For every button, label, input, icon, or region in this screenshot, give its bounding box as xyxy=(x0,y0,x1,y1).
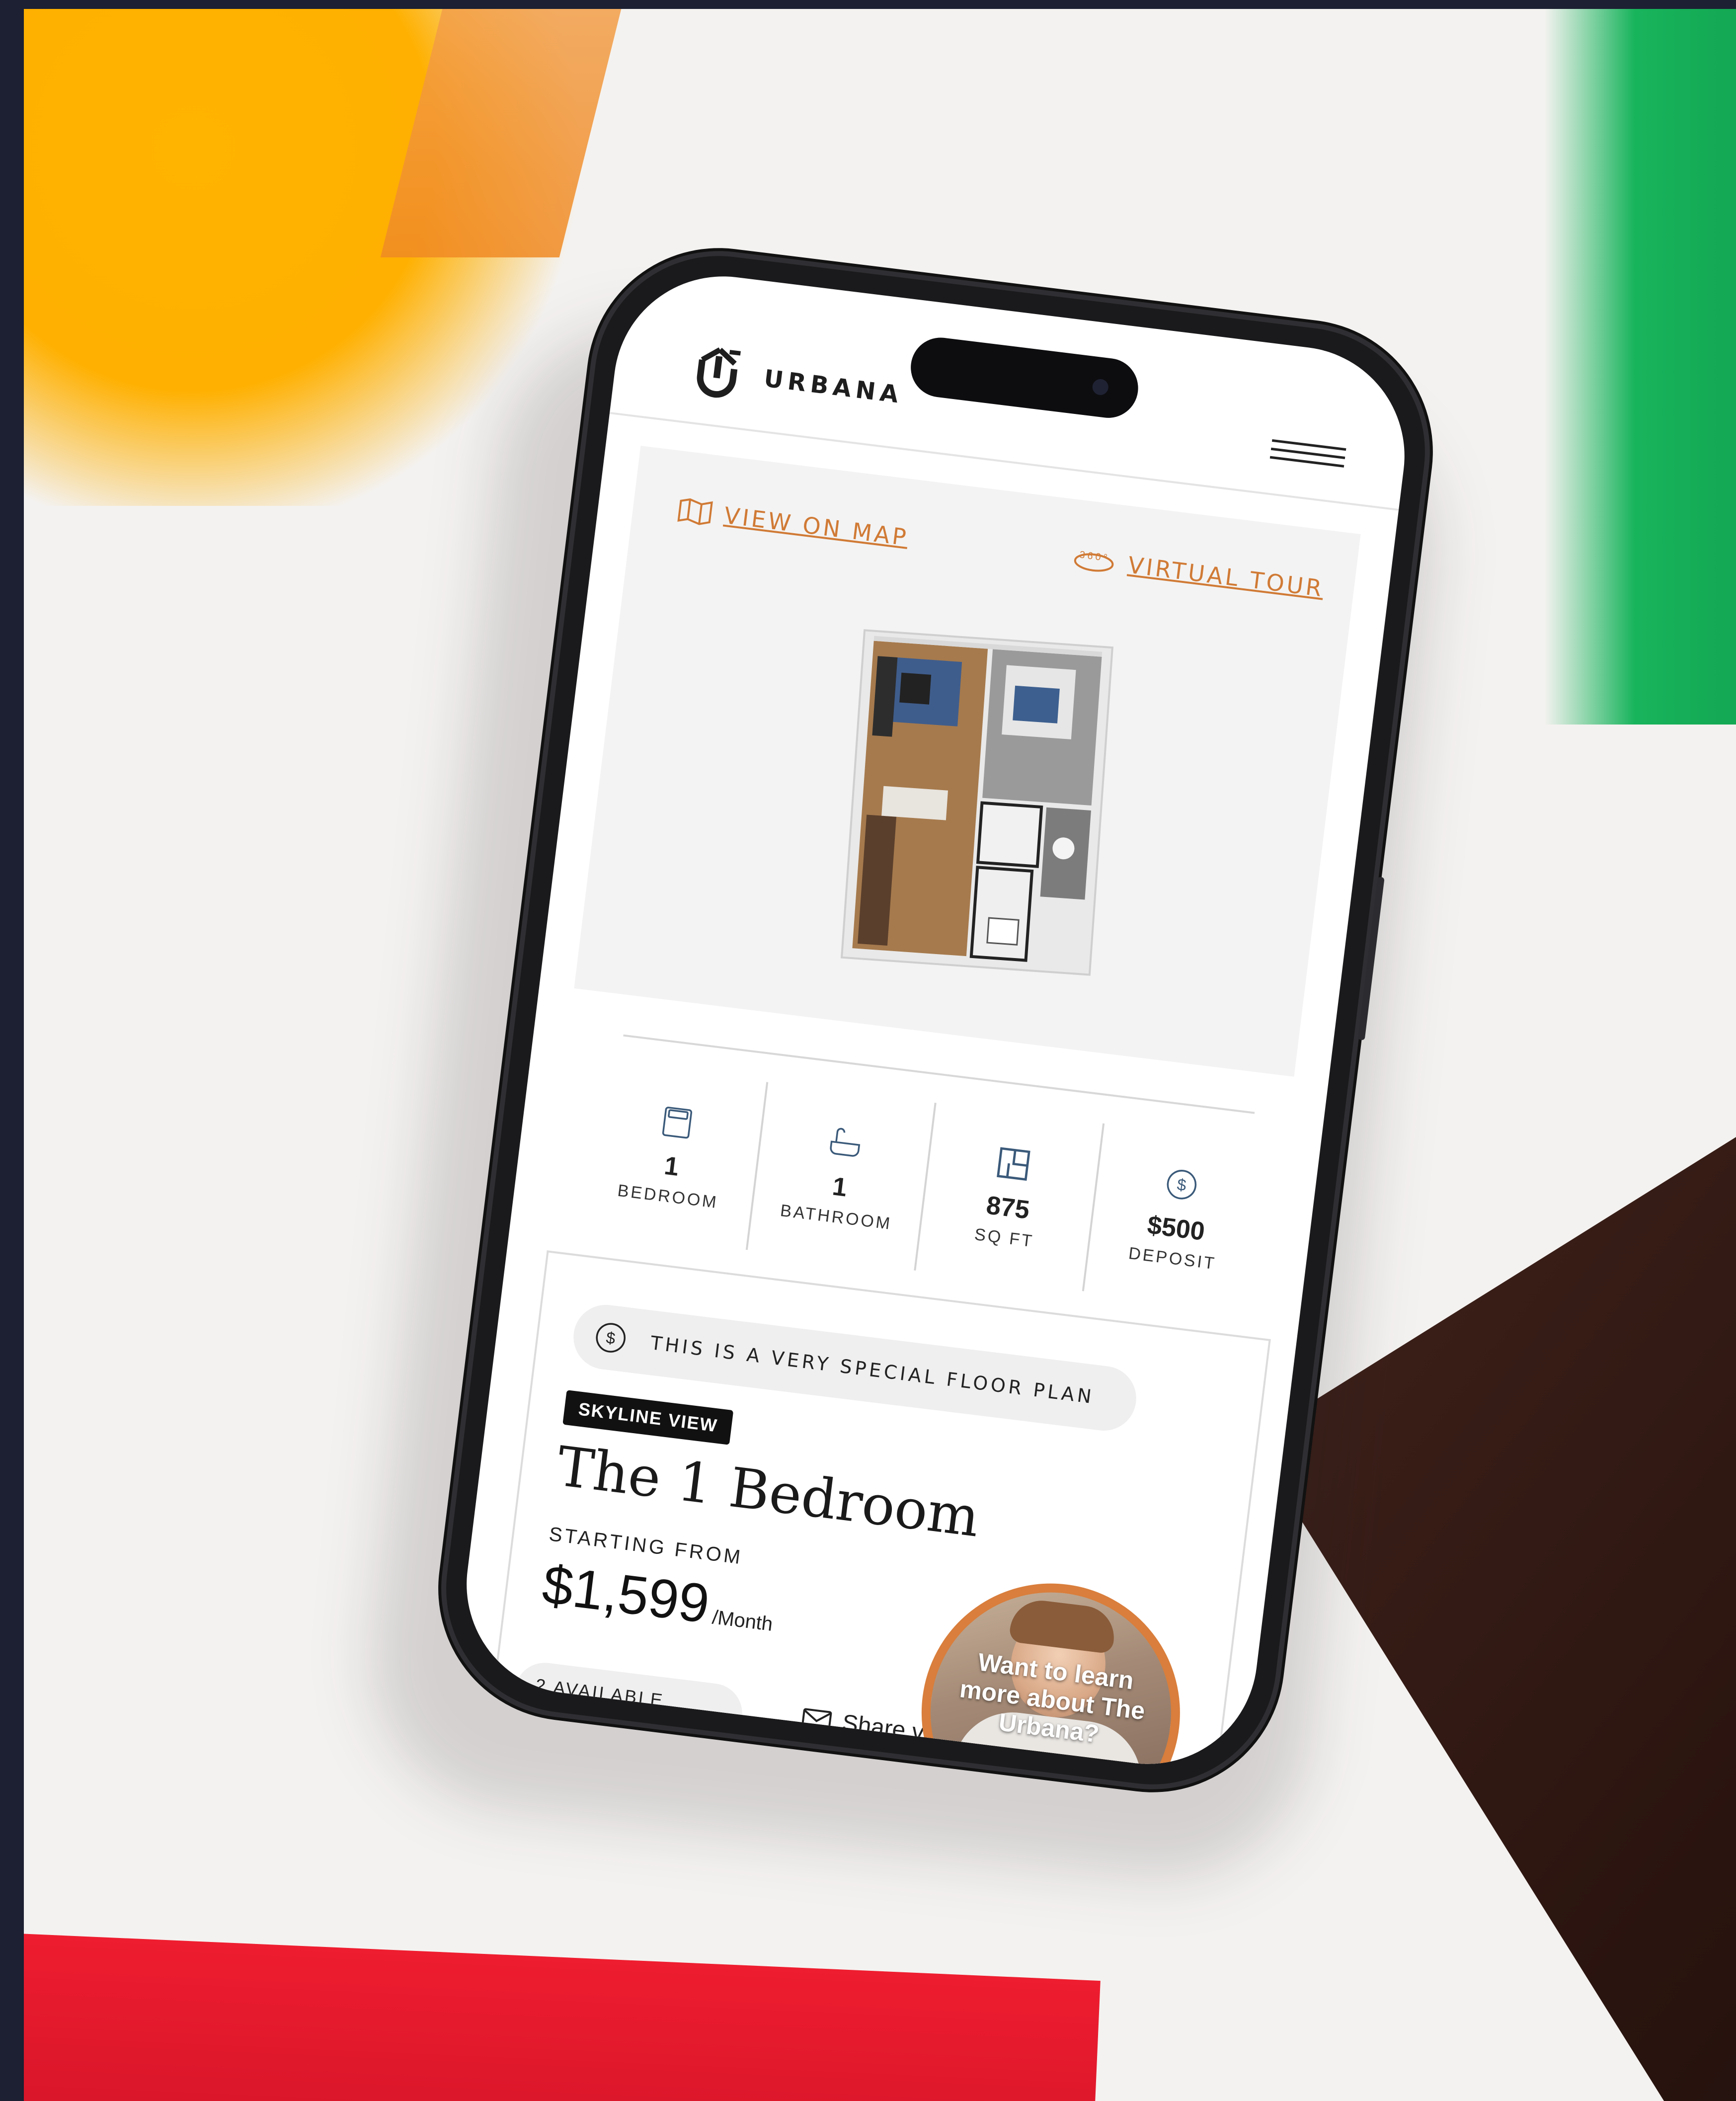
phone-screen: URBANA VIEW ON MAP 360° VIRTUAL TOUR 1 B… xyxy=(454,264,1417,1777)
floorplan-media: VIEW ON MAP 360° VIRTUAL TOUR xyxy=(574,446,1361,1077)
media-links: VIEW ON MAP 360° VIRTUAL TOUR xyxy=(676,495,1326,602)
urbana-logo-icon xyxy=(697,347,741,398)
phone-device: URBANA VIEW ON MAP 360° VIRTUAL TOUR 1 B… xyxy=(432,242,1439,1799)
sqft-label: SQ FT xyxy=(973,1224,1035,1251)
dollar-icon: $ xyxy=(1167,1169,1196,1200)
promo-text: THIS IS A VERY SPECIAL FLOOR PLAN xyxy=(649,1332,1096,1408)
menu-button[interactable] xyxy=(1268,433,1346,477)
bedroom-label: BEDROOM xyxy=(616,1181,719,1212)
bed-icon xyxy=(662,1106,692,1138)
stat-bathroom: 1 BATHROOM xyxy=(747,1082,937,1271)
svg-text:$: $ xyxy=(605,1328,617,1348)
skyline-view-badge: SKYLINE VIEW xyxy=(562,1390,734,1445)
bathroom-label: BATHROOM xyxy=(779,1201,893,1233)
view-on-map-link[interactable]: VIEW ON MAP xyxy=(676,495,910,552)
green-blur-backdrop xyxy=(1544,9,1736,725)
virtual-tour-label: VIRTUAL TOUR xyxy=(1126,551,1326,602)
price-unit: /Month xyxy=(711,1606,774,1635)
stat-sqft: 875 SQ FT xyxy=(916,1103,1105,1292)
price: $1,599 /Month xyxy=(539,1553,778,1644)
deposit-value: $500 xyxy=(1146,1210,1207,1246)
bathtub-icon xyxy=(830,1128,860,1157)
bedroom-count: 1 xyxy=(662,1151,681,1182)
brand-logo[interactable]: URBANA xyxy=(687,342,906,422)
price-value: $1,599 xyxy=(539,1553,713,1635)
envelope-icon xyxy=(801,1708,832,1732)
red-surface-edge xyxy=(24,1933,1101,2101)
360-rotate-icon: 360° xyxy=(1074,549,1114,572)
brand-name: URBANA xyxy=(762,364,905,409)
virtual-tour-badge: 360° xyxy=(1079,549,1110,564)
deposit-label: DEPOSIT xyxy=(1127,1243,1217,1273)
sqft-value: 875 xyxy=(985,1190,1031,1225)
view-on-map-label: VIEW ON MAP xyxy=(722,501,910,551)
stat-deposit: $ $500 DEPOSIT xyxy=(1084,1124,1271,1312)
dollar-icon: $ xyxy=(596,1323,626,1353)
bathroom-count: 1 xyxy=(831,1171,849,1203)
photo-background: URBANA VIEW ON MAP 360° VIRTUAL TOUR 1 B… xyxy=(24,9,1736,2101)
floorplan-render-image xyxy=(840,629,1114,976)
floorplan-icon xyxy=(996,1146,1030,1181)
virtual-tour-link[interactable]: 360° VIRTUAL TOUR xyxy=(1070,544,1326,603)
svg-text:$: $ xyxy=(1176,1175,1187,1194)
stat-bedroom: 1 BEDROOM xyxy=(579,1061,769,1250)
map-icon xyxy=(677,498,713,525)
